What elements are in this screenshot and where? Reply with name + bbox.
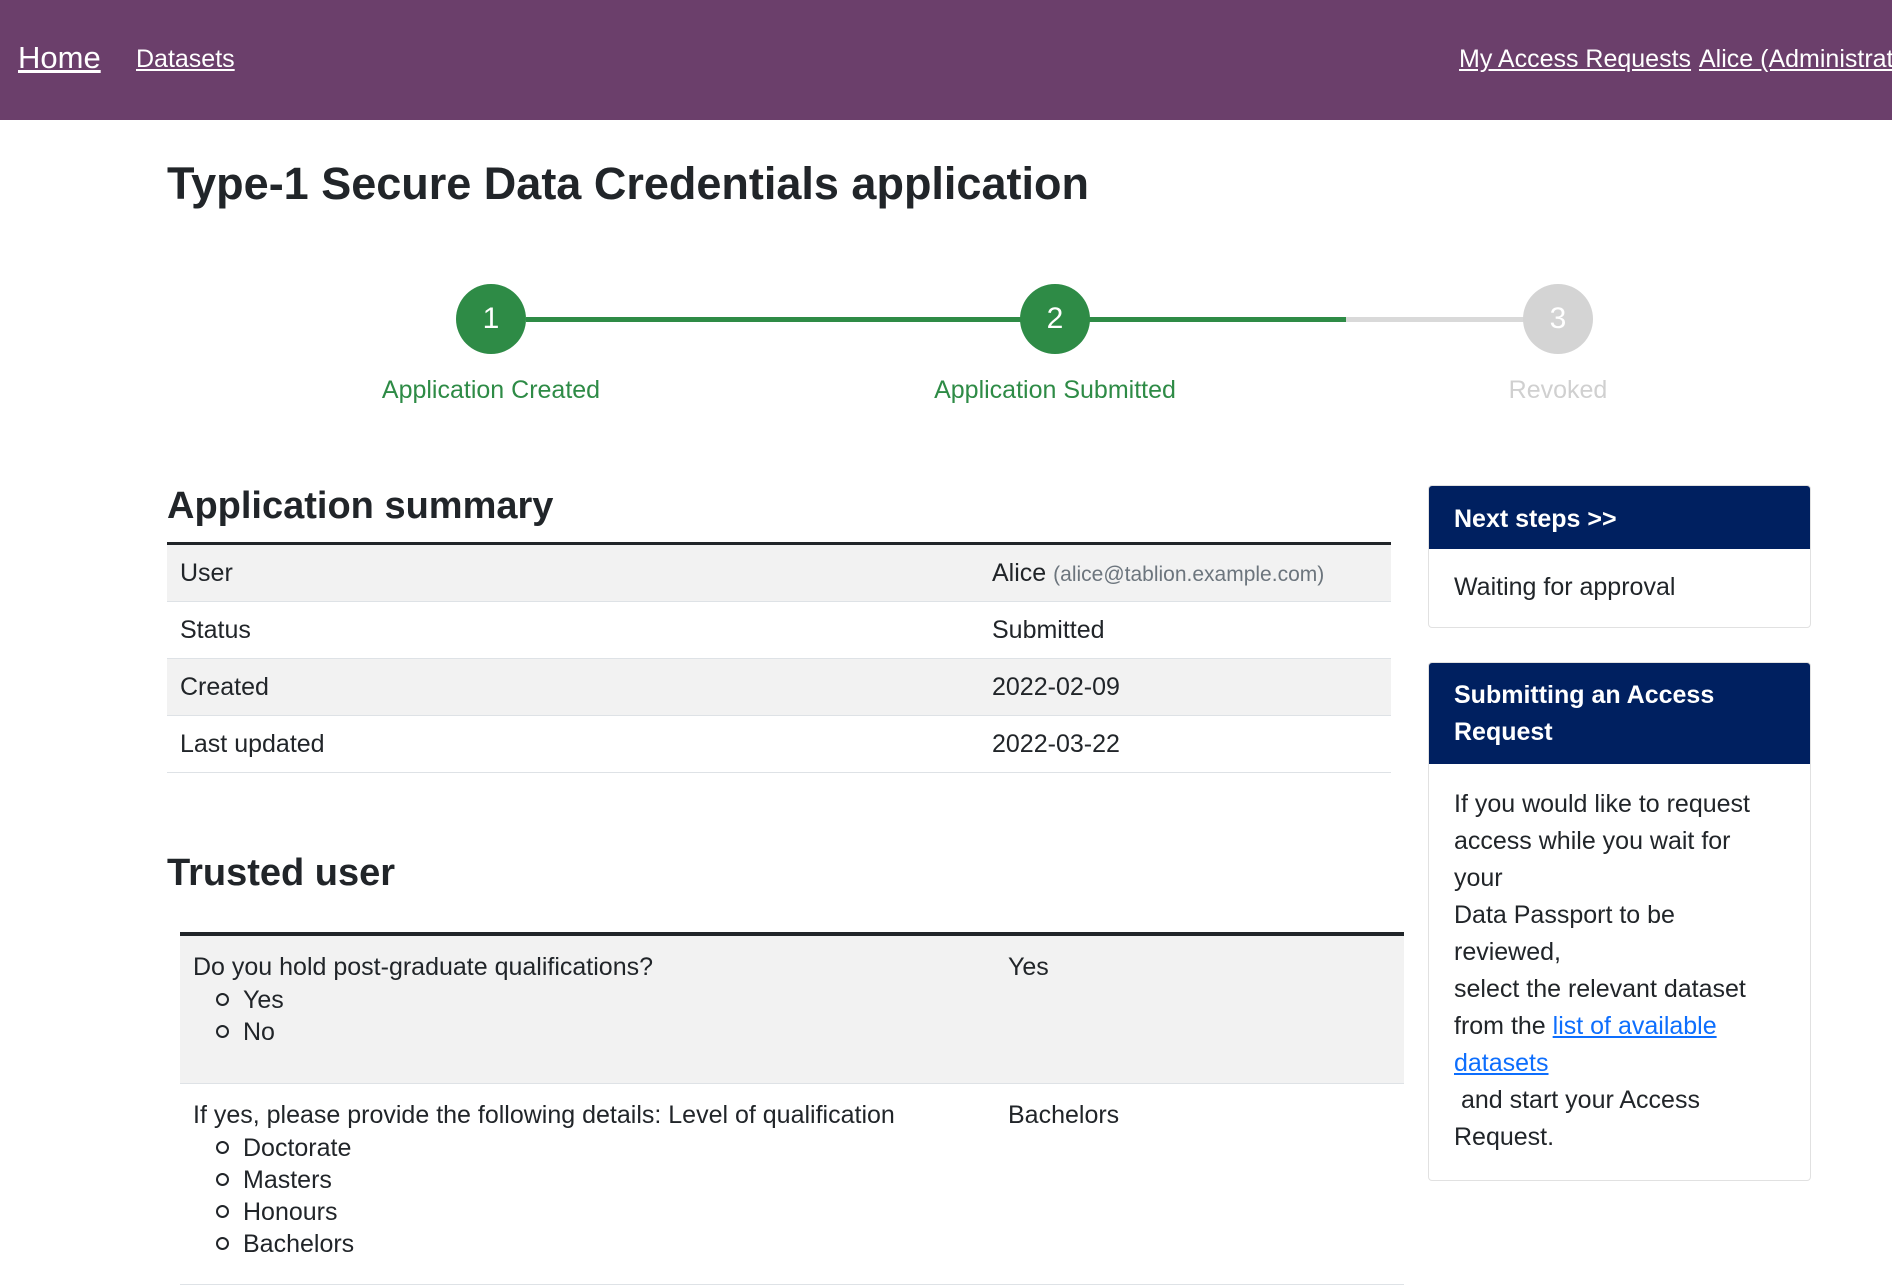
nav-home-link[interactable]: Home [18, 40, 101, 76]
card-body-line: Request. [1454, 1123, 1555, 1151]
nav-my-access-requests-link[interactable]: My Access Requests [1459, 45, 1691, 74]
summary-label: Last updated [167, 715, 979, 773]
application-summary-table: User Alice (alice@tablion.example.com) S… [167, 542, 1391, 773]
card-body-line: access while you wait for your [1454, 827, 1731, 892]
card-body-line: select the relevant dataset [1454, 975, 1746, 1003]
nav-user-menu-link[interactable]: Alice (Administrat [1699, 45, 1892, 74]
question-options: Yes No [216, 984, 284, 1048]
card-body-text: and start your Access [1454, 1086, 1700, 1114]
status-value: Submitted [979, 601, 1391, 659]
user-name: Alice [992, 558, 1047, 587]
question-row: If yes, please provide the following det… [180, 1084, 1404, 1285]
page-title: Type-1 Secure Data Credentials applicati… [167, 158, 1089, 209]
step-connector-2-progress [1081, 317, 1346, 322]
question-options: Doctorate Masters Honours Bachelors [216, 1132, 354, 1260]
question-text: Do you hold post-graduate qualifications… [193, 953, 654, 981]
card-title-line: Request [1454, 718, 1553, 746]
summary-row-last-updated: Last updated 2022-03-22 [167, 715, 1391, 773]
question-row: Do you hold post-graduate qualifications… [180, 936, 1404, 1084]
summary-label: User [167, 543, 979, 602]
step-3-label: Revoked [1508, 376, 1608, 404]
summary-row-status: Status Submitted [167, 601, 1391, 659]
card-title-line: Submitting an Access [1454, 681, 1715, 709]
summary-row-created: Created 2022-02-09 [167, 658, 1391, 716]
card-body-line: Data Passport to be reviewed, [1454, 901, 1675, 966]
option-item: Doctorate [216, 1132, 354, 1164]
summary-label: Status [167, 601, 979, 659]
option-item: Yes [216, 984, 284, 1016]
option-item: Honours [216, 1196, 354, 1228]
trusted-user-table: Do you hold post-graduate qualifications… [180, 932, 1404, 1285]
card-body-line: from the list of available [1454, 1008, 1785, 1045]
card-body-text: from the [1454, 1012, 1553, 1040]
step-connector-1-2 [526, 317, 1051, 322]
application-summary-heading: Application summary [167, 485, 554, 527]
summary-value: Alice (alice@tablion.example.com) [979, 543, 1391, 602]
step-1-label: Application Created [381, 376, 601, 404]
card-body-line: If you would like to request [1454, 790, 1750, 818]
last-updated-value: 2022-03-22 [979, 715, 1391, 773]
nav-datasets-link[interactable]: Datasets [136, 45, 235, 74]
option-item: Masters [216, 1164, 354, 1196]
user-email: (alice@tablion.example.com) [1053, 562, 1325, 586]
step-3-circle: 3 [1523, 284, 1593, 354]
top-navbar: Home Datasets My Access Requests Alice (… [0, 0, 1892, 120]
created-value: 2022-02-09 [979, 658, 1391, 716]
step-1-circle: 1 [456, 284, 526, 354]
option-item: No [216, 1016, 284, 1048]
question-text: If yes, please provide the following det… [193, 1101, 895, 1129]
access-request-card-header: Submitting an Access Request [1429, 663, 1810, 764]
available-datasets-link[interactable]: list of available [1553, 1012, 1717, 1040]
step-2-circle: 2 [1020, 284, 1090, 354]
available-datasets-link-continued[interactable]: datasets [1454, 1049, 1549, 1077]
summary-label: Created [167, 658, 979, 716]
next-steps-card-body: Waiting for approval [1454, 573, 1676, 601]
summary-row-user: User Alice (alice@tablion.example.com) [167, 543, 1391, 602]
step-2-label: Application Submitted [934, 376, 1176, 404]
next-steps-card: Next steps >> Waiting for approval [1428, 485, 1811, 628]
question-answer: Yes [1008, 953, 1049, 981]
access-request-card: Submitting an Access Request If you woul… [1428, 662, 1811, 1181]
access-request-card-body: If you would like to request access whil… [1429, 764, 1810, 1180]
card-body-line: datasets and start your Access [1454, 1045, 1785, 1119]
trusted-user-heading: Trusted user [167, 852, 396, 894]
question-answer: Bachelors [1008, 1101, 1120, 1129]
option-item: Bachelors [216, 1228, 354, 1260]
next-steps-card-header: Next steps >> [1429, 486, 1810, 549]
